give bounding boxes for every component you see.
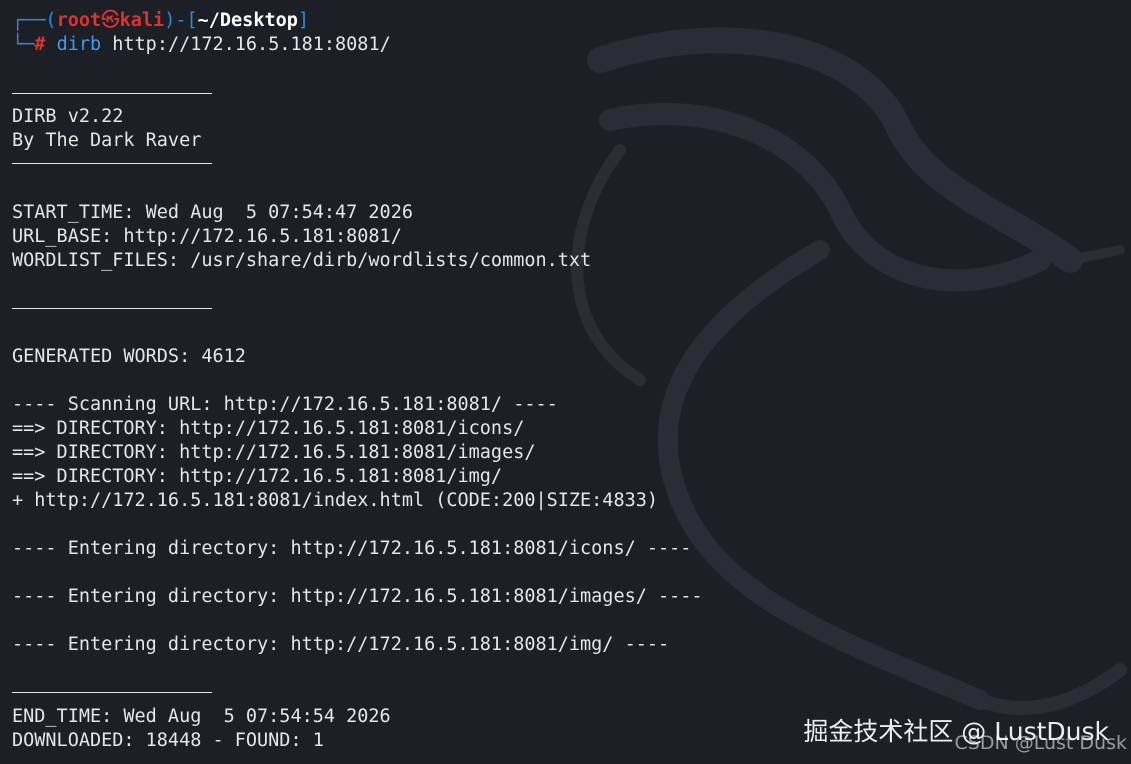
- start-time: START_TIME: Wed Aug 5 07:54:47 2026: [12, 202, 413, 223]
- end-time: END_TIME: Wed Aug 5 07:54:54 2026: [12, 706, 391, 727]
- scan-result: + http://172.16.5.181:8081/index.html (C…: [12, 490, 659, 511]
- scan-result: ==> DIRECTORY: http://172.16.5.181:8081/…: [12, 466, 503, 487]
- divider: [12, 93, 212, 94]
- divider: [12, 692, 212, 693]
- banner-author: By The Dark Raver: [12, 130, 202, 151]
- generated-words: GENERATED WORDS: 4612: [12, 346, 246, 367]
- scan-header: ---- Scanning URL: http://172.16.5.181:8…: [12, 394, 558, 415]
- prompt-path: ~/Desktop: [197, 10, 298, 31]
- prompt-user: root: [56, 10, 102, 31]
- terminal-window[interactable]: ┌──(root㉿kali)-[~/Desktop] └─# dirb http…: [0, 0, 1131, 764]
- wordlist-files: WORDLIST_FILES: /usr/share/dirb/wordlist…: [12, 250, 592, 271]
- entering-directory: ---- Entering directory: http://172.16.5…: [12, 538, 692, 559]
- command-line[interactable]: └─# dirb http://172.16.5.181:8081/: [12, 33, 391, 57]
- prompt-bracket-close: ]: [297, 10, 310, 31]
- scan-result: ==> DIRECTORY: http://172.16.5.181:8081/…: [12, 442, 536, 463]
- divider: [12, 308, 212, 309]
- prompt-line: ┌──(root㉿kali)-[~/Desktop]: [12, 9, 309, 33]
- url-base: URL_BASE: http://172.16.5.181:8081/: [12, 226, 402, 247]
- divider: [12, 163, 212, 164]
- entering-directory: ---- Entering directory: http://172.16.5…: [12, 586, 703, 607]
- banner-title: DIRB v2.22: [12, 106, 124, 127]
- prompt-host: kali: [119, 10, 165, 31]
- csdn-watermark: CSDN @Lust Dusk: [954, 732, 1127, 754]
- downloaded-summary: DOWNLOADED: 18448 - FOUND: 1: [12, 730, 324, 751]
- prompt-bracket-open: ┌──(: [12, 10, 57, 31]
- command-argument: http://172.16.5.181:8081/: [112, 34, 391, 55]
- prompt-hash: #: [34, 34, 46, 55]
- prompt-bracket-mid: )-[: [164, 10, 198, 31]
- scan-result: ==> DIRECTORY: http://172.16.5.181:8081/…: [12, 418, 525, 439]
- kali-skull-icon: ㉿: [101, 10, 120, 31]
- prompt-corner: └─: [12, 34, 35, 55]
- entering-directory: ---- Entering directory: http://172.16.5…: [12, 634, 670, 655]
- command-name: dirb: [56, 34, 102, 55]
